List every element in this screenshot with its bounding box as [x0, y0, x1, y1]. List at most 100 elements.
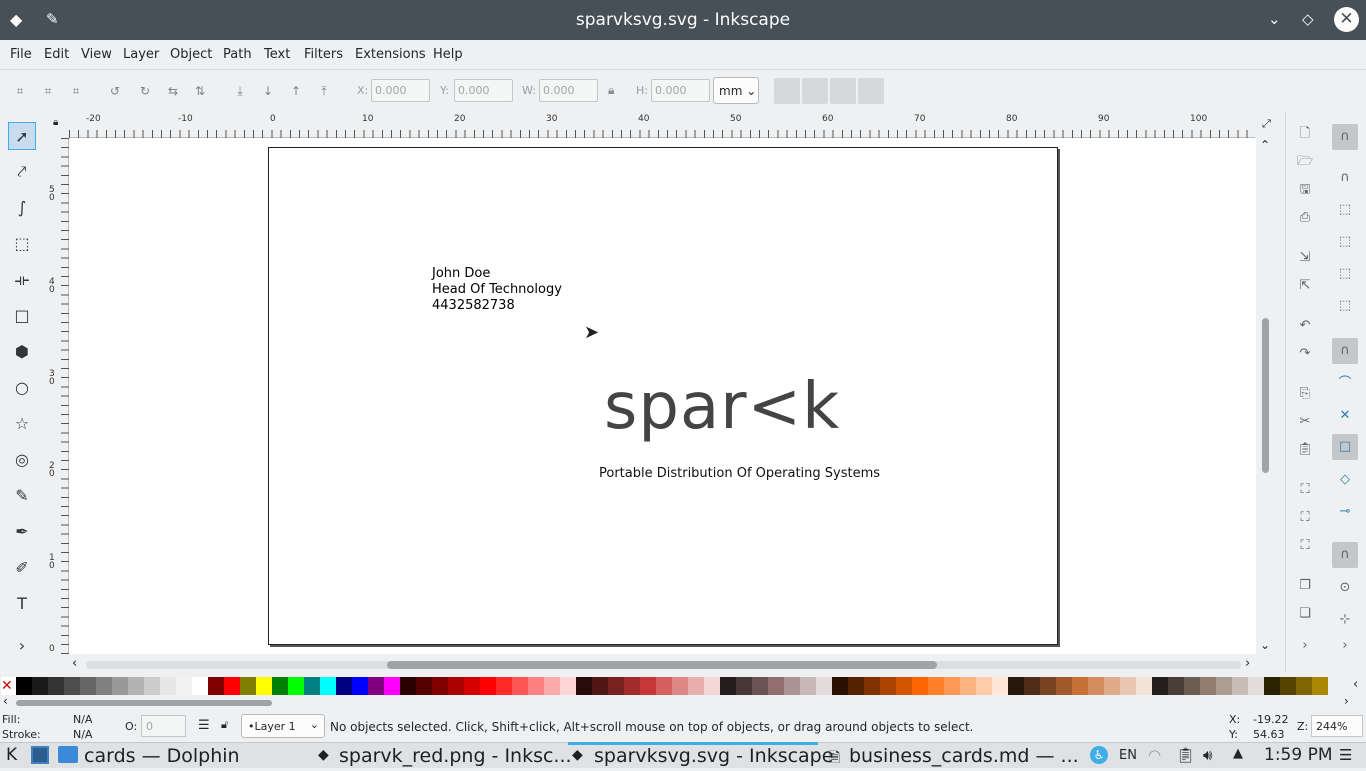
snap-rotation-center-icon[interactable]: ⊹ [1335, 610, 1355, 630]
color-swatch[interactable] [592, 677, 608, 695]
minimize-icon[interactable]: ⌄ [1268, 10, 1281, 28]
color-swatch[interactable] [976, 677, 992, 695]
select-all-icon[interactable]: ⌗ [12, 83, 28, 99]
color-swatch[interactable] [448, 677, 464, 695]
color-swatch[interactable] [896, 677, 912, 695]
color-swatch[interactable] [352, 677, 368, 695]
color-swatch[interactable] [784, 677, 800, 695]
deselect-icon[interactable]: ⌗ [68, 83, 84, 99]
color-swatch[interactable] [224, 677, 240, 695]
color-swatch[interactable] [32, 677, 48, 695]
color-swatch[interactable] [880, 677, 896, 695]
raise-top-icon[interactable]: ⤒ [316, 83, 332, 99]
rotate-ccw-icon[interactable]: ↺ [107, 83, 123, 99]
maximize-icon[interactable]: ◇ [1302, 10, 1314, 28]
transform-stroke-toggle[interactable] [774, 78, 800, 104]
task-business-cards[interactable]: business_cards.md — ... [849, 745, 1079, 767]
ellipse-tool-icon[interactable]: ○ [8, 374, 36, 402]
color-swatch[interactable] [1232, 677, 1248, 695]
pager-icon[interactable] [31, 746, 49, 764]
open-icon[interactable]: 🗁︎ [1295, 152, 1315, 172]
color-swatch[interactable] [768, 677, 784, 695]
volume-icon[interactable]: 🔊︎ [1203, 746, 1212, 764]
panel-menu-icon[interactable]: ☰ [1339, 746, 1352, 764]
snap-smooth-icon[interactable]: ◇ [1335, 470, 1355, 490]
color-swatch[interactable] [160, 677, 176, 695]
snap-intersection-icon[interactable]: ✕ [1335, 406, 1355, 426]
fill-value[interactable]: N/A [73, 713, 92, 726]
transform-gradients-toggle[interactable] [830, 78, 856, 104]
snap-nodes-icon[interactable]: ∩ [1332, 338, 1358, 364]
color-swatch[interactable] [240, 677, 256, 695]
color-swatch[interactable] [512, 677, 528, 695]
transform-patterns-toggle[interactable] [858, 78, 884, 104]
menu-view[interactable]: View [81, 47, 112, 62]
color-swatch[interactable] [1264, 677, 1280, 695]
document-page[interactable]: John Doe Head Of Technology 4432582738 s… [268, 147, 1058, 645]
color-swatch[interactable] [1168, 677, 1184, 695]
color-swatch[interactable] [336, 677, 352, 695]
color-swatch[interactable] [144, 677, 160, 695]
color-swatch[interactable] [400, 677, 416, 695]
lower-icon[interactable]: ↓ [260, 83, 276, 99]
x-field[interactable]: 0.000 [371, 79, 430, 102]
clone-icon[interactable]: ❏ [1295, 604, 1315, 624]
pencil-tool-icon[interactable]: ✎ [8, 482, 36, 510]
cut-icon[interactable]: ✂ [1295, 412, 1315, 432]
palette-scroll-thumb[interactable] [16, 700, 272, 706]
lock-icon[interactable]: 🔒︎ [608, 83, 614, 98]
color-swatch[interactable] [1008, 677, 1024, 695]
color-swatch[interactable] [528, 677, 544, 695]
raise-icon[interactable]: ↑ [288, 83, 304, 99]
color-swatch[interactable] [544, 677, 560, 695]
w-field[interactable]: 0.000 [539, 79, 598, 102]
color-swatch[interactable] [304, 677, 320, 695]
color-swatch[interactable] [928, 677, 944, 695]
duplicate-icon[interactable]: ❐ [1295, 576, 1315, 596]
task-dolphin[interactable]: cards — Dolphin [84, 745, 240, 767]
color-swatch[interactable] [944, 677, 960, 695]
spiral-tool-icon[interactable]: ◎ [8, 446, 36, 474]
snap-bbox-center-icon[interactable]: ⬚ [1335, 296, 1355, 316]
color-swatch[interactable] [720, 677, 736, 695]
pen-tool-icon[interactable]: ✒ [8, 518, 36, 546]
redo-icon[interactable]: ↷ [1295, 344, 1315, 364]
snap-bbox-edge-icon[interactable]: ⬚ [1335, 200, 1355, 220]
color-swatch[interactable] [1296, 677, 1312, 695]
color-swatch[interactable] [672, 677, 688, 695]
color-swatch[interactable] [80, 677, 96, 695]
scroll-up-icon[interactable]: ⌃ [1260, 138, 1270, 152]
color-swatch[interactable] [384, 677, 400, 695]
color-swatch[interactable] [480, 677, 496, 695]
color-swatch[interactable] [848, 677, 864, 695]
color-swatch[interactable] [688, 677, 704, 695]
palette-scroll-icon[interactable]: ‹ [1353, 677, 1358, 692]
card-text[interactable]: John Doe Head Of Technology 4432582738 [432, 266, 562, 314]
color-swatch[interactable] [1024, 677, 1040, 695]
star-tool-icon[interactable]: ☆ [8, 410, 36, 438]
app-launcher-icon[interactable]: K [6, 745, 17, 767]
color-swatch[interactable] [1040, 677, 1056, 695]
color-swatch[interactable] [992, 677, 1008, 695]
print-icon[interactable]: ⎙ [1295, 208, 1315, 228]
color-swatch[interactable] [128, 677, 144, 695]
color-swatch[interactable] [320, 677, 336, 695]
color-swatch[interactable] [704, 677, 720, 695]
color-swatch[interactable] [752, 677, 768, 695]
horizontal-scrollbar[interactable]: ‹ › [69, 655, 1256, 675]
color-swatch[interactable] [288, 677, 304, 695]
color-swatch[interactable] [832, 677, 848, 695]
color-swatch[interactable] [640, 677, 656, 695]
new-document-icon[interactable]: 🗋︎ [1295, 124, 1315, 144]
menu-help[interactable]: Help [433, 47, 463, 62]
color-swatch[interactable] [112, 677, 128, 695]
measure-tool-icon[interactable]: ⟛ [8, 266, 36, 294]
close-icon[interactable]: ✕ [1334, 7, 1359, 32]
color-swatch[interactable] [736, 677, 752, 695]
copy-icon[interactable]: ⎘ [1295, 384, 1315, 404]
horizontal-ruler[interactable]: -20 -10 0 10 20 30 40 50 60 70 80 90 100 [69, 112, 1255, 138]
color-swatch[interactable] [48, 677, 64, 695]
scroll-down-icon[interactable]: ⌄ [1260, 638, 1270, 652]
snap-bbox-corner-icon[interactable]: ⬚ [1335, 232, 1355, 252]
task-inkscape-svg[interactable]: sparvksvg.svg - Inkscape [594, 745, 833, 767]
